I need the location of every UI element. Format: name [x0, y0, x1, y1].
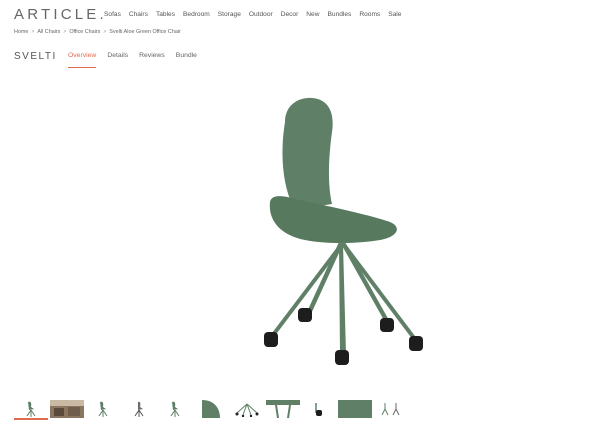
- nav-bundles[interactable]: Bundles: [328, 11, 352, 18]
- thumbnail-5[interactable]: [158, 399, 192, 418]
- nav-decor[interactable]: Decor: [281, 11, 299, 18]
- chevron-right-icon: >: [31, 29, 35, 35]
- article-logo[interactable]: ARTICLE.: [14, 6, 107, 23]
- thumbnail-2[interactable]: [50, 399, 84, 418]
- product-subnav: SVELTI Overview Details Reviews Bundle: [0, 44, 600, 73]
- nav-new[interactable]: New: [306, 11, 319, 18]
- thumbnail-4[interactable]: [122, 399, 156, 418]
- breadcrumb-all-chairs[interactable]: All Chairs: [37, 29, 60, 35]
- nav-sale[interactable]: Sale: [388, 11, 401, 18]
- chevron-right-icon: >: [103, 29, 107, 35]
- thumbnail-1[interactable]: [14, 399, 48, 420]
- thumbnail-7[interactable]: [230, 399, 264, 418]
- main-menu: Sofas Chairs Tables Bedroom Storage Outd…: [104, 11, 409, 18]
- thumbnail-9[interactable]: [302, 399, 336, 418]
- tab-overview[interactable]: Overview: [68, 52, 97, 68]
- top-navigation: ARTICLE. Sofas Chairs Tables Bedroom Sto…: [0, 0, 600, 26]
- thumbnail-11[interactable]: [374, 399, 408, 418]
- tab-reviews[interactable]: Reviews: [139, 52, 165, 68]
- breadcrumb: Home > All Chairs > Office Chairs > Svel…: [14, 29, 181, 35]
- nav-bedroom[interactable]: Bedroom: [183, 11, 210, 18]
- breadcrumb-office-chairs[interactable]: Office Chairs: [69, 29, 100, 35]
- nav-storage[interactable]: Storage: [218, 11, 241, 18]
- tab-details[interactable]: Details: [107, 52, 128, 68]
- tab-bundle[interactable]: Bundle: [176, 52, 197, 68]
- nav-chairs[interactable]: Chairs: [129, 11, 148, 18]
- product-tabs: Overview Details Reviews Bundle: [68, 52, 208, 68]
- product-image-stage[interactable]: [0, 72, 600, 395]
- breadcrumb-home[interactable]: Home: [14, 29, 28, 35]
- nav-outdoor[interactable]: Outdoor: [249, 11, 273, 18]
- product-name: SVELTI: [14, 51, 57, 62]
- thumbnail-8[interactable]: [266, 399, 300, 418]
- thumbnail-gallery: [14, 399, 600, 421]
- thumbnail-3[interactable]: [86, 399, 120, 418]
- chevron-right-icon: >: [63, 29, 67, 35]
- thumbnail-6[interactable]: [194, 399, 228, 418]
- nav-sofas[interactable]: Sofas: [104, 11, 121, 18]
- breadcrumb-current: Svelti Aloe Green Office Chair: [109, 29, 181, 35]
- chair-product-image: [264, 97, 423, 365]
- nav-rooms[interactable]: Rooms: [359, 11, 380, 18]
- thumbnail-10[interactable]: [338, 399, 372, 418]
- nav-tables[interactable]: Tables: [156, 11, 175, 18]
